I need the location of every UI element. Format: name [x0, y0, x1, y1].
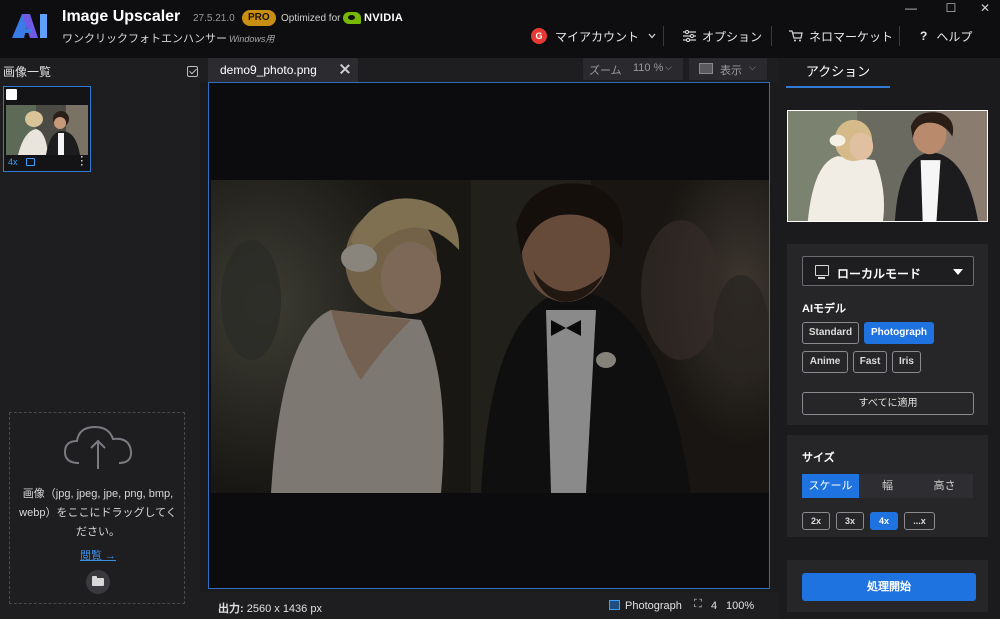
avatar: G	[531, 28, 547, 44]
model-fast-button[interactable]: Fast	[853, 351, 887, 373]
mode-label: ローカルモード	[837, 267, 922, 281]
zoom-dropdown[interactable]: ズーム 110 % ⌵	[583, 58, 683, 80]
expand-icon: ⛶	[694, 598, 702, 610]
chevron-down-icon: ⌵	[749, 62, 756, 72]
tab-bar: demo9_photo.png ズーム 110 % ⌵ 表示 ⌵	[200, 58, 778, 82]
subtitle-text: ワンクリックフォトエンハンサー	[62, 33, 227, 45]
nvidia-logo-icon	[343, 12, 361, 24]
mode-dropdown[interactable]: ローカルモード	[802, 256, 974, 286]
status-scale: 4	[711, 600, 718, 612]
folder-icon[interactable]	[86, 570, 110, 594]
help-label: ヘルプ	[936, 29, 973, 44]
sliders-icon	[683, 30, 696, 42]
model-iris-button[interactable]: Iris	[892, 351, 921, 373]
size-label: サイズ	[802, 452, 835, 464]
nav-divider	[663, 26, 664, 46]
options-menu[interactable]: オプション	[683, 26, 762, 46]
nav-divider	[771, 26, 772, 46]
drop-zone[interactable]: 画像（jpg, jpeg, jpe, png, bmp, webp）をここにドラ…	[9, 412, 185, 604]
view-dropdown[interactable]: 表示 ⌵	[689, 58, 767, 80]
close-window-button[interactable]: ✕	[970, 0, 1000, 18]
model-standard-button[interactable]: Standard	[802, 322, 859, 344]
action-panel: アクション ローカルモード AIモデル Standard Photograph …	[778, 58, 1000, 619]
image-list-panel: 画像一覧 4x · · · 画像（jpg, jpeg, jpe, png, bmp,…	[0, 58, 200, 619]
monitor-icon	[815, 265, 829, 279]
title-bar: Image Upscaler 27.5.21.0 PRO Optimized f…	[0, 0, 1000, 58]
size-card: サイズ スケール 幅 高さ 2x 3x 4x ...x	[787, 435, 988, 537]
photo-icon	[609, 600, 620, 610]
thumbnail-scale: 4x	[8, 157, 18, 167]
model-anime-button[interactable]: Anime	[802, 351, 848, 373]
help-menu[interactable]: ? ヘルプ	[920, 26, 972, 46]
scale-2x-button[interactable]: 2x	[802, 512, 830, 530]
market-label: ネロマーケット	[809, 29, 894, 44]
app-version: 27.5.21.0	[193, 13, 235, 24]
more-icon[interactable]: · · ·	[79, 153, 85, 171]
image-list-title: 画像一覧	[3, 65, 52, 79]
zoom-label: ズーム	[589, 65, 622, 77]
process-card: 処理開始	[787, 560, 988, 612]
chevron-down-icon: ⌵	[665, 62, 672, 72]
app-subtitle: ワンクリックフォトエンハンサー Windows用	[62, 30, 274, 46]
size-mode-scale[interactable]: スケール	[802, 474, 859, 498]
nvidia-logo: NVIDIA	[343, 10, 403, 26]
output-size: 出力: 2560 x 1436 px	[218, 600, 322, 616]
preview-image	[787, 110, 988, 222]
image-thumbnail[interactable]: 4x · · ·	[3, 86, 91, 172]
account-menu[interactable]: G マイアカウント	[531, 26, 657, 46]
maximize-button[interactable]: ☐	[936, 0, 966, 18]
scale-3x-button[interactable]: 3x	[836, 512, 864, 530]
start-process-button[interactable]: 処理開始	[802, 573, 976, 601]
output-size-value: 2560 x 1436 px	[246, 603, 322, 615]
tab-demo9-photo[interactable]: demo9_photo.png	[208, 58, 358, 82]
view-label: 表示	[720, 65, 742, 77]
cart-icon	[789, 30, 803, 42]
scale-custom-button[interactable]: ...x	[904, 512, 935, 530]
thumbnail-checkbox[interactable]	[6, 89, 17, 100]
app-name: Image Upscaler	[62, 8, 181, 25]
options-label: オプション	[702, 29, 763, 44]
market-menu[interactable]: ネロマーケット	[789, 26, 893, 46]
photo-icon	[26, 158, 35, 166]
select-all-checkbox[interactable]	[187, 66, 198, 77]
nvidia-brand: NVIDIA	[364, 12, 404, 24]
help-icon: ?	[920, 29, 928, 43]
apply-all-button[interactable]: すべてに適用	[802, 392, 974, 415]
thumbnail-image	[6, 105, 88, 155]
mode-card: ローカルモード AIモデル Standard Photograph Anime …	[787, 244, 988, 425]
minimize-button[interactable]: —	[896, 0, 926, 18]
output-size-label: 出力:	[218, 603, 244, 615]
chevron-down-icon	[648, 33, 656, 39]
account-label: マイアカウント	[555, 29, 640, 44]
size-mode-height[interactable]: 高さ	[916, 474, 973, 498]
status-zoom: 100%	[726, 600, 755, 612]
status-model: Photograph	[625, 600, 682, 612]
size-mode-width[interactable]: 幅	[859, 474, 916, 498]
app-logo-icon	[12, 14, 47, 38]
close-icon[interactable]	[338, 62, 352, 76]
subtitle-os: Windows用	[229, 34, 275, 44]
status-bar: 出力: 2560 x 1436 px Photograph ⛶ 4 100%	[200, 592, 778, 619]
tab-action[interactable]: アクション	[786, 58, 890, 88]
image-canvas[interactable]	[208, 82, 770, 589]
browse-link[interactable]: 閲覧 →	[10, 547, 186, 563]
tab-filename: demo9_photo.png	[220, 63, 317, 77]
zoom-value: 110 %	[633, 62, 664, 74]
main-photo	[211, 180, 769, 493]
ai-model-label: AIモデル	[802, 303, 846, 315]
scale-4x-button[interactable]: 4x	[870, 512, 898, 530]
optimized-for-label: Optimized for	[281, 13, 341, 24]
nav-divider	[899, 26, 900, 46]
cloud-upload-icon	[63, 425, 133, 469]
chevron-down-icon	[953, 269, 963, 275]
drop-instructions: 画像（jpg, jpeg, jpe, png, bmp, webp）をここにドラ…	[19, 488, 177, 538]
view-icon	[699, 63, 713, 74]
model-photograph-button[interactable]: Photograph	[864, 322, 934, 344]
pro-badge: PRO	[242, 10, 276, 26]
